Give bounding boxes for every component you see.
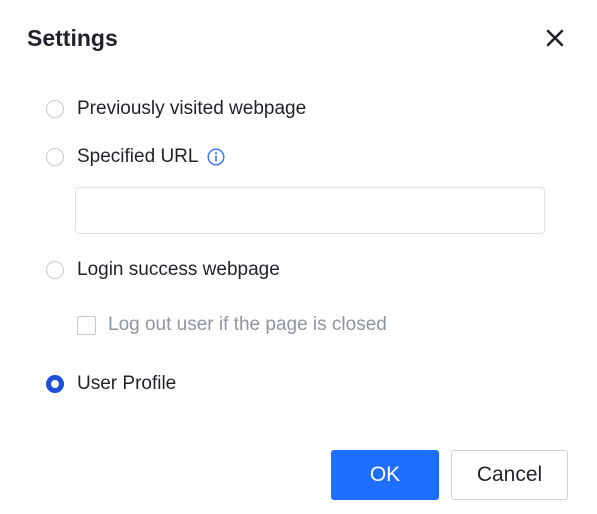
radio-specified-url[interactable] <box>46 148 64 166</box>
settings-dialog: Settings Previously visited webpage Spec… <box>0 0 597 514</box>
option-label: User Profile <box>77 373 177 394</box>
ok-button[interactable]: OK <box>331 450 439 500</box>
radio-user-profile[interactable] <box>46 375 64 393</box>
radio-login-success[interactable] <box>46 261 64 279</box>
close-icon <box>546 29 564 47</box>
info-icon[interactable] <box>207 148 225 166</box>
cancel-button[interactable]: Cancel <box>451 450 568 500</box>
logout-option[interactable]: Log out user if the page is closed <box>77 313 387 337</box>
option-label: Login success webpage <box>77 259 280 280</box>
close-button[interactable] <box>541 24 569 52</box>
logout-checkbox[interactable] <box>77 315 96 335</box>
radio-previously-visited[interactable] <box>46 100 64 118</box>
option-user-profile[interactable]: User Profile <box>46 372 176 396</box>
logout-label: Log out user if the page is closed <box>108 314 387 335</box>
option-label: Specified URL <box>77 146 199 167</box>
dialog-title: Settings <box>27 25 118 51</box>
option-login-success[interactable]: Login success webpage <box>46 258 280 282</box>
option-previously-visited[interactable]: Previously visited webpage <box>46 97 306 121</box>
option-label: Previously visited webpage <box>77 98 307 119</box>
option-specified-url[interactable]: Specified URL <box>46 145 225 169</box>
url-input[interactable] <box>75 187 545 234</box>
